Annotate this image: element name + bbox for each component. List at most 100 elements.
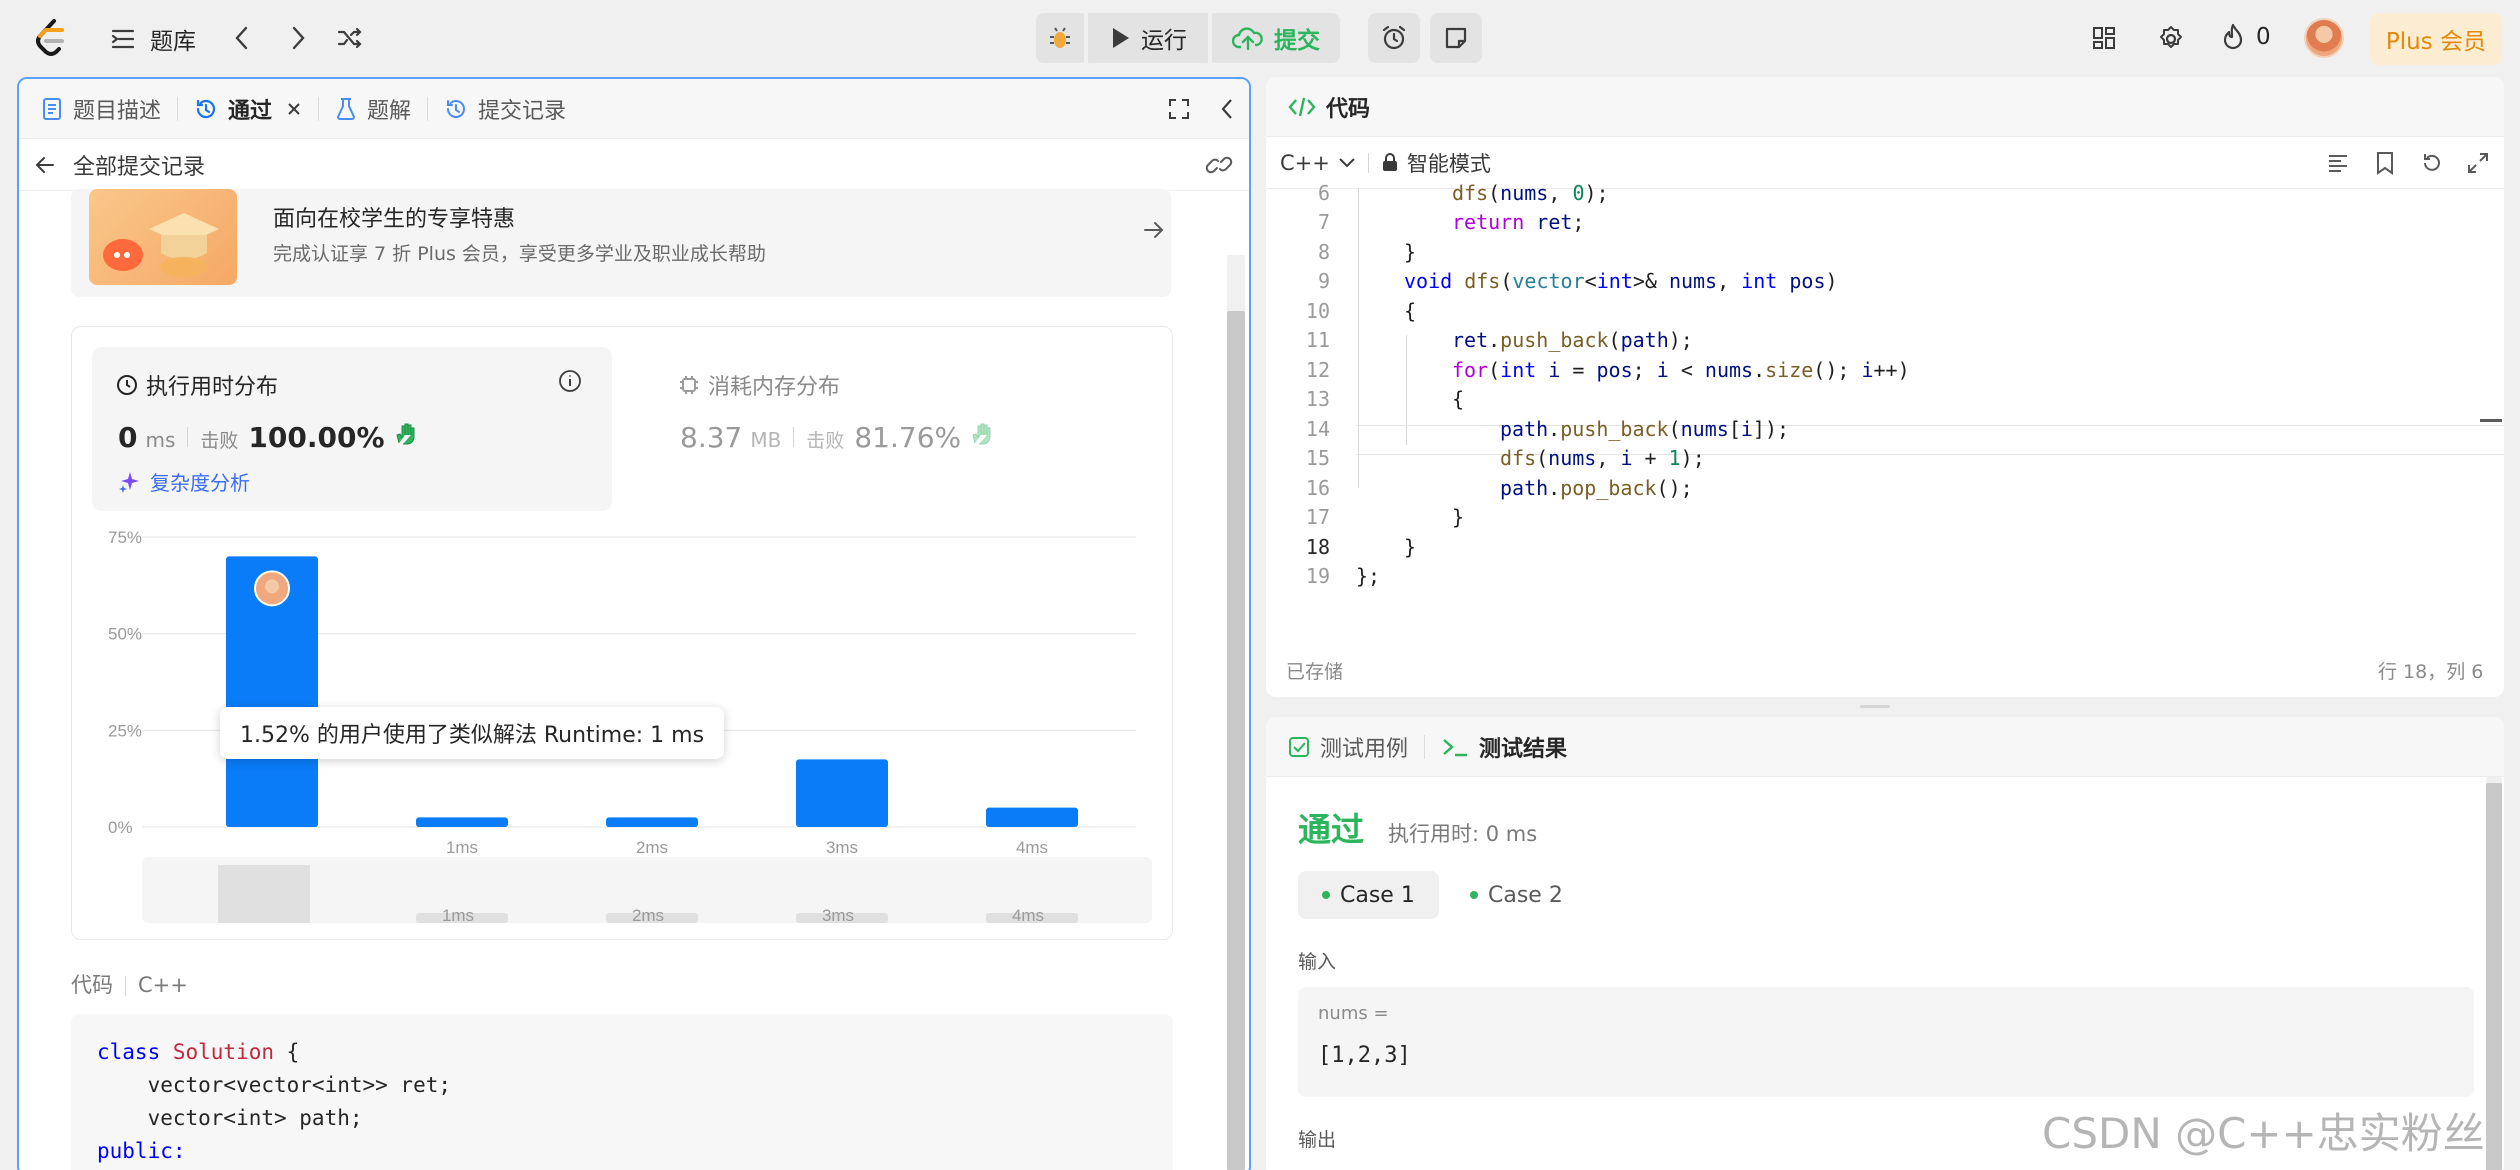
- tab-code-label: 代码: [1326, 96, 1371, 122]
- chart-bar[interactable]: [416, 817, 508, 827]
- chart-bar[interactable]: [796, 759, 888, 827]
- tab-divider: [318, 96, 320, 121]
- arrow-left-icon[interactable]: [33, 153, 57, 177]
- prev-problem-button[interactable]: [232, 24, 252, 52]
- smart-mode-label[interactable]: 智能模式: [1407, 148, 1491, 178]
- runtime-text: 执行用时: 0 ms: [1388, 822, 1538, 846]
- tab-test-cases[interactable]: 测试用例: [1276, 727, 1420, 767]
- history-icon: [447, 99, 466, 118]
- layout-button[interactable]: [2090, 24, 2118, 52]
- terminal-icon: [1443, 738, 1468, 756]
- code-line: dfs(nums, i + 1);: [1500, 446, 1705, 470]
- streak-counter[interactable]: 0: [2220, 22, 2271, 52]
- tab-test-cases-label: 测试用例: [1320, 736, 1409, 762]
- code-line-0: class: [97, 1040, 173, 1064]
- case-1-tab[interactable]: Case 1: [1298, 871, 1439, 919]
- code-line: dfs(nums, 0);: [1452, 181, 1609, 205]
- code-line: vector<int> path;: [97, 1106, 363, 1130]
- code-panel-header: 代码: [1266, 77, 2504, 137]
- pass-dot-icon: [1322, 891, 1330, 899]
- tab-code[interactable]: 代码: [1276, 87, 1382, 127]
- arrow-right-icon: [1144, 222, 1164, 238]
- cloud-upload-icon: [1232, 27, 1263, 51]
- code-line: }: [1452, 505, 1465, 529]
- close-icon[interactable]: [286, 101, 302, 117]
- output-label: 输出: [1298, 1129, 1337, 1151]
- timer-button[interactable]: [1368, 13, 1420, 63]
- test-scrollbar-thumb[interactable]: [2486, 783, 2502, 1170]
- all-submissions-header: 全部提交记录: [19, 139, 1249, 191]
- tab-submissions[interactable]: 提交记录: [432, 89, 578, 129]
- runtime-distribution-chart[interactable]: 0% 25% 50% 75% 1ms 2ms 3ms 4ms 1ms 2ms 3ms 4ms: [72, 327, 1174, 941]
- streak-count: 0: [2256, 24, 2271, 50]
- flask-icon: [337, 97, 356, 120]
- saved-status: 已存储: [1286, 661, 1344, 683]
- all-submissions-link[interactable]: 全部提交记录: [73, 149, 205, 181]
- left-scrollbar-thumb[interactable]: [1227, 311, 1245, 1170]
- next-problem-button[interactable]: [288, 24, 308, 52]
- tab-divider: [427, 96, 429, 121]
- test-panel-tabs: 测试用例 测试结果: [1266, 717, 2504, 777]
- maximize-button[interactable]: [1167, 97, 1191, 127]
- reset-icon[interactable]: [2420, 151, 2444, 175]
- tab-accepted-label: 通过: [228, 98, 273, 124]
- plus-membership-button[interactable]: Plus 会员: [2370, 13, 2502, 65]
- student-promo-banner[interactable]: 面向在校学生的专享特惠 完成认证享 7 折 Plus 会员，享受更多学业及职业成…: [71, 189, 1171, 297]
- collapse-panel-button[interactable]: [1219, 97, 1235, 127]
- submitted-code-label: 代码 C++: [71, 969, 188, 999]
- left-panel: 题目描述 通过 题解 提交记录 全部提交记录 面向在校学生的专享特惠 完成认证享…: [17, 77, 1251, 1170]
- promo-subtitle: 完成认证享 7 折 Plus 会员，享受更多学业及职业成长帮助: [273, 243, 766, 265]
- x-tick-label: 2ms: [636, 838, 668, 857]
- user-avatar-face: [265, 579, 279, 594]
- verdict-text: 通过: [1298, 810, 1364, 849]
- chevron-down-icon: [1339, 157, 1355, 167]
- case-2-tab[interactable]: Case 2: [1446, 871, 1587, 919]
- resize-handle[interactable]: [1860, 705, 1890, 708]
- notes-button[interactable]: [1430, 13, 1482, 63]
- bookmark-icon[interactable]: [2374, 151, 2396, 175]
- case-2-label: Case 2: [1488, 882, 1563, 908]
- code-language-text: C++: [138, 973, 188, 997]
- leetcode-logo-icon[interactable]: [32, 18, 70, 58]
- language-select[interactable]: C++: [1280, 151, 1330, 175]
- tab-divider: [1424, 734, 1426, 759]
- link-icon[interactable]: [1205, 153, 1233, 177]
- line-number: 7: [1317, 210, 1330, 234]
- chart-bar[interactable]: [986, 807, 1078, 827]
- tab-test-result[interactable]: 测试结果: [1429, 727, 1579, 767]
- user-avatar[interactable]: [2304, 18, 2344, 58]
- settings-button[interactable]: [2156, 24, 2186, 54]
- fullscreen-icon[interactable]: [2466, 151, 2490, 175]
- code-line: path.pop_back();: [1500, 476, 1693, 500]
- alarm-clock-icon: [1382, 25, 1406, 50]
- debug-button[interactable]: [1036, 13, 1084, 63]
- submit-button[interactable]: 提交: [1212, 13, 1340, 63]
- line-number: 9: [1317, 269, 1330, 293]
- submitted-code-block[interactable]: class Solution { vector<vector<int>> ret…: [71, 1014, 1173, 1170]
- line-number: 8: [1317, 240, 1330, 264]
- x-tick-label: 4ms: [1016, 838, 1048, 857]
- random-problem-button[interactable]: [336, 24, 364, 52]
- lock-icon: [1382, 152, 1397, 171]
- tab-description[interactable]: 题目描述: [29, 89, 173, 129]
- line-number: 13: [1305, 387, 1330, 411]
- code-class-name: Solution: [172, 1040, 275, 1064]
- code-line: {: [1452, 387, 1465, 411]
- format-icon[interactable]: [2326, 151, 2350, 175]
- run-button[interactable]: 运行: [1088, 13, 1208, 63]
- tab-solutions[interactable]: 题解: [323, 89, 423, 129]
- range-tick-label: 2ms: [632, 906, 664, 925]
- tab-accepted[interactable]: 通过: [182, 89, 314, 129]
- code-brace: {: [274, 1040, 300, 1064]
- bug-icon: [1050, 27, 1070, 48]
- line-number: 18: [1305, 535, 1330, 559]
- line-number: 11: [1305, 328, 1330, 352]
- graduation-illustration: [89, 189, 237, 285]
- code-line: {: [1404, 299, 1417, 323]
- code-editor[interactable]: 6 dfs(nums, 0); 7 return ret; 8 } 9 void…: [1266, 181, 2504, 667]
- code-line: public:: [97, 1139, 186, 1163]
- chevron-right-icon: [292, 26, 305, 50]
- problem-bank-button[interactable]: 题库: [110, 22, 196, 56]
- submit-label: 提交: [1274, 28, 1320, 54]
- chart-bar[interactable]: [606, 817, 698, 827]
